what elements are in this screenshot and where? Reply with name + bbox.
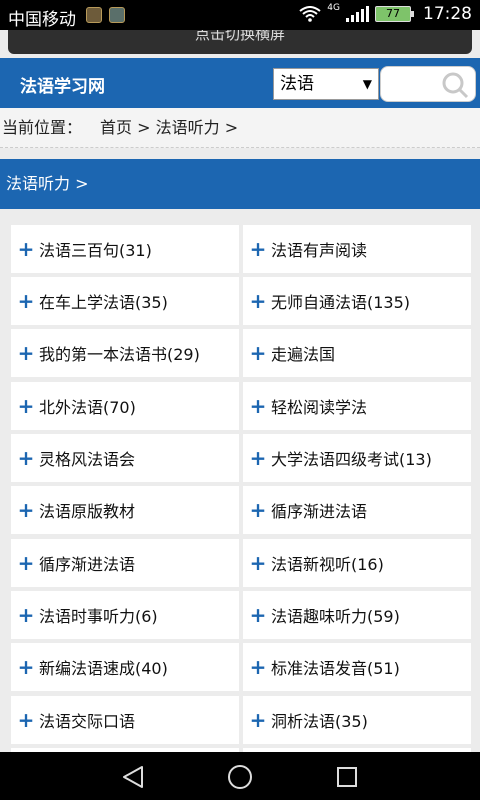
section-title: 法语听力 > [6,174,89,193]
category-label: 轻松阅读学法 [271,398,368,417]
system-nav-bar [0,752,480,800]
category-label: 大学法语四级考试(13) [271,450,432,469]
category-item[interactable]: + 洞析法语(35) [243,696,471,744]
category-label: 洞析法语(35) [271,712,368,731]
image-notification-icon [109,7,125,23]
category-item[interactable]: + 法语原版教材 [11,486,239,534]
plus-icon: + [249,603,267,627]
plus-icon: + [17,341,35,365]
language-select-value: 法语 [280,74,314,94]
category-label: 法语时事听力(6) [39,607,158,626]
category-label: 灵格风法语会 [39,450,136,469]
plus-icon: + [17,708,35,732]
category-label: 法语三百句(31) [39,241,152,260]
category-item[interactable]: + 法语新视听(16) [243,539,471,587]
search-icon[interactable] [441,71,469,99]
battery-icon: 77 [375,6,414,22]
plus-icon: + [17,655,35,679]
category-label: 标准法语发音(51) [271,659,400,678]
category-label: 法语有声阅读 [271,241,368,260]
category-item[interactable]: + 走遍法国 [243,329,471,377]
category-item[interactable]: + 我的第一本法语书(29) [11,329,239,377]
plus-icon: + [17,551,35,575]
home-icon[interactable] [227,764,253,790]
category-label: 法语原版教材 [39,502,136,521]
plus-icon: + [249,498,267,522]
back-icon[interactable] [120,764,146,790]
breadcrumb: 当前位置： 首页 > 法语听力 > [0,108,480,148]
category-label: 循序渐进法语 [39,555,136,574]
language-select[interactable]: 法语 ▼ [273,68,379,100]
category-label: 新编法语速成(40) [39,659,168,678]
category-item[interactable]: + 法语三百句(31) [11,225,239,273]
category-item[interactable]: + 循序渐进法语 [11,539,239,587]
category-item[interactable]: + 无师自通法语(135) [243,277,471,325]
category-item[interactable]: + 循序渐进法语 [243,486,471,534]
category-label: 法语交际口语 [39,712,136,731]
toast-text: 点击切换横屏 [194,30,285,43]
section-header[interactable]: 法语听力 > [0,159,480,209]
site-title[interactable]: 法语学习网 [20,72,105,97]
plus-icon: + [17,289,35,313]
category-item[interactable]: + 法语趣味听力(59) [243,591,471,639]
plus-icon: + [249,655,267,679]
rotate-toast[interactable]: 点击切换横屏 [8,30,472,54]
category-label: 北外法语(70) [39,398,136,417]
category-label: 走遍法国 [271,345,336,364]
category-item[interactable]: + 在车上学法语(35) [11,277,239,325]
category-item[interactable]: + 灵格风法语会 [11,434,239,482]
breadcrumb-separator: > [132,118,156,137]
category-label: 在车上学法语(35) [39,293,168,312]
dropdown-arrow-icon: ▼ [362,77,372,91]
plus-icon: + [17,446,35,470]
battery-level: 77 [386,7,400,20]
plus-icon: + [249,446,267,470]
category-label: 无师自通法语(135) [271,293,411,312]
plus-icon: + [249,394,267,418]
breadcrumb-separator: > [219,118,239,137]
category-label: 法语新视听(16) [271,555,384,574]
carrier-label: 中国移动 [8,10,76,30]
plus-icon: + [17,394,35,418]
signal-icon [346,6,369,22]
breadcrumb-prefix: 当前位置： [2,118,83,137]
category-item[interactable]: + 法语时事听力(6) [11,591,239,639]
category-label: 法语趣味听力(59) [271,607,400,626]
category-label: 循序渐进法语 [271,502,368,521]
clock: 17:28 [423,4,472,24]
wifi-icon [299,6,321,22]
category-item[interactable]: + 北外法语(70) [11,382,239,430]
status-bar: 中国移动 4G 77 17:28 [0,0,480,30]
plus-icon: + [249,289,267,313]
plus-icon: + [249,708,267,732]
breadcrumb-home-link[interactable]: 首页 [100,118,132,137]
network-type-label: 4G [327,3,340,13]
plus-icon: + [249,341,267,365]
plus-icon: + [249,237,267,261]
category-item[interactable]: + 法语有声阅读 [243,225,471,273]
breadcrumb-current-link[interactable]: 法语听力 [156,118,220,137]
notification-icon [86,7,102,23]
plus-icon: + [17,603,35,627]
plus-icon: + [249,551,267,575]
search-input[interactable] [380,66,476,102]
category-item[interactable]: + 轻松阅读学法 [243,382,471,430]
category-label: 我的第一本法语书(29) [39,345,200,364]
recent-apps-icon[interactable] [336,766,358,788]
category-item[interactable]: + 大学法语四级考试(13) [243,434,471,482]
category-item[interactable]: + 新编法语速成(40) [11,643,239,691]
category-item[interactable]: + 法语交际口语 [11,696,239,744]
plus-icon: + [17,498,35,522]
plus-icon: + [17,237,35,261]
category-item[interactable]: + 标准法语发音(51) [243,643,471,691]
